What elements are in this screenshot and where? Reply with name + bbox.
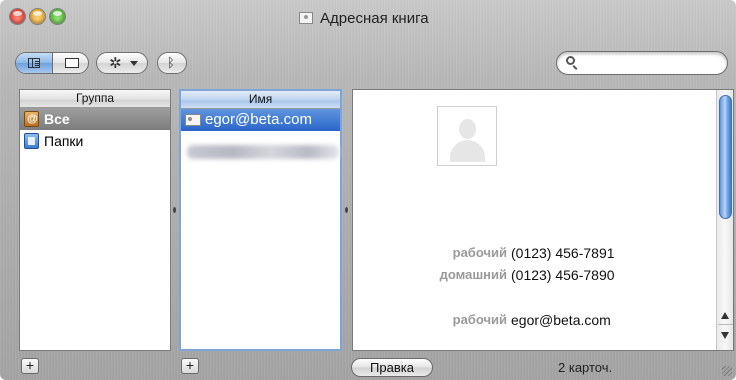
group-item-label: Все	[44, 111, 70, 127]
address-book-window: Адресная книга ✲ ᛒ Группа Все Папки	[0, 0, 736, 380]
scrollbar-thumb[interactable]	[719, 95, 732, 219]
all-contacts-icon	[24, 108, 39, 130]
columns-view-icon	[28, 58, 40, 68]
field-label-work-email: рабочий	[452, 312, 507, 327]
groups-column: Группа Все Папки	[19, 89, 171, 351]
name-item-label: egor@beta.com	[205, 111, 312, 128]
search-field[interactable]	[556, 51, 728, 75]
edit-button[interactable]: Правка	[351, 358, 433, 377]
contact-photo[interactable]	[437, 106, 497, 166]
title-bar[interactable]: Адресная книга	[0, 0, 736, 40]
chevron-down-icon	[130, 61, 138, 66]
field-value-home-phone[interactable]: (0123) 456-7890	[511, 266, 691, 284]
group-item-all[interactable]: Все	[20, 108, 170, 130]
groups-column-header[interactable]: Группа	[20, 90, 170, 108]
resize-grip-icon[interactable]	[722, 366, 732, 376]
person-placeholder-icon	[459, 119, 476, 139]
names-column: Имя egor@beta.com	[179, 89, 342, 351]
columns-view-button[interactable]	[16, 53, 52, 73]
minimize-window-button[interactable]	[30, 9, 45, 24]
column-resize-handle[interactable]	[172, 207, 176, 213]
address-book-icon	[299, 12, 313, 24]
group-item-folders[interactable]: Папки	[20, 130, 170, 152]
field-value-work-phone[interactable]: (0123) 456-7891	[511, 244, 691, 262]
bluetooth-icon: ᛒ	[167, 55, 175, 70]
add-person-button[interactable]: +	[181, 358, 199, 374]
contact-card-icon	[185, 114, 201, 126]
bluetooth-button[interactable]: ᛒ	[157, 52, 187, 74]
window-title: Адресная книга	[320, 10, 429, 27]
card-view-icon	[65, 58, 79, 68]
view-mode-segmented-control	[15, 52, 89, 74]
card-scrollbar[interactable]	[716, 90, 733, 350]
name-item-blurred[interactable]	[187, 145, 339, 159]
group-item-label: Папки	[44, 133, 84, 149]
scroll-up-icon[interactable]	[721, 312, 729, 319]
zoom-window-button[interactable]	[50, 9, 65, 24]
close-window-button[interactable]	[10, 9, 25, 24]
field-label-home-phone: домашний	[439, 267, 507, 282]
contact-card: рабочий (0123) 456-7891 домашний (0123) …	[352, 89, 734, 351]
scroll-arrow-divider	[718, 324, 733, 325]
field-value-work-email[interactable]: egor@beta.com	[511, 311, 691, 329]
action-menu-button[interactable]: ✲	[96, 52, 148, 74]
folder-icon	[24, 133, 39, 149]
person-placeholder-body	[450, 140, 485, 162]
search-input[interactable]	[581, 54, 725, 74]
gear-icon: ✲	[109, 55, 122, 72]
add-group-button[interactable]: +	[21, 358, 39, 374]
field-label-work-phone: рабочий	[452, 245, 507, 260]
card-count: 2 карточ.	[558, 360, 613, 375]
scroll-down-icon[interactable]	[721, 332, 729, 339]
search-icon	[566, 56, 575, 65]
name-item-selected[interactable]: egor@beta.com	[181, 109, 340, 131]
names-column-header[interactable]: Имя	[181, 91, 340, 109]
column-resize-handle[interactable]	[344, 207, 348, 213]
